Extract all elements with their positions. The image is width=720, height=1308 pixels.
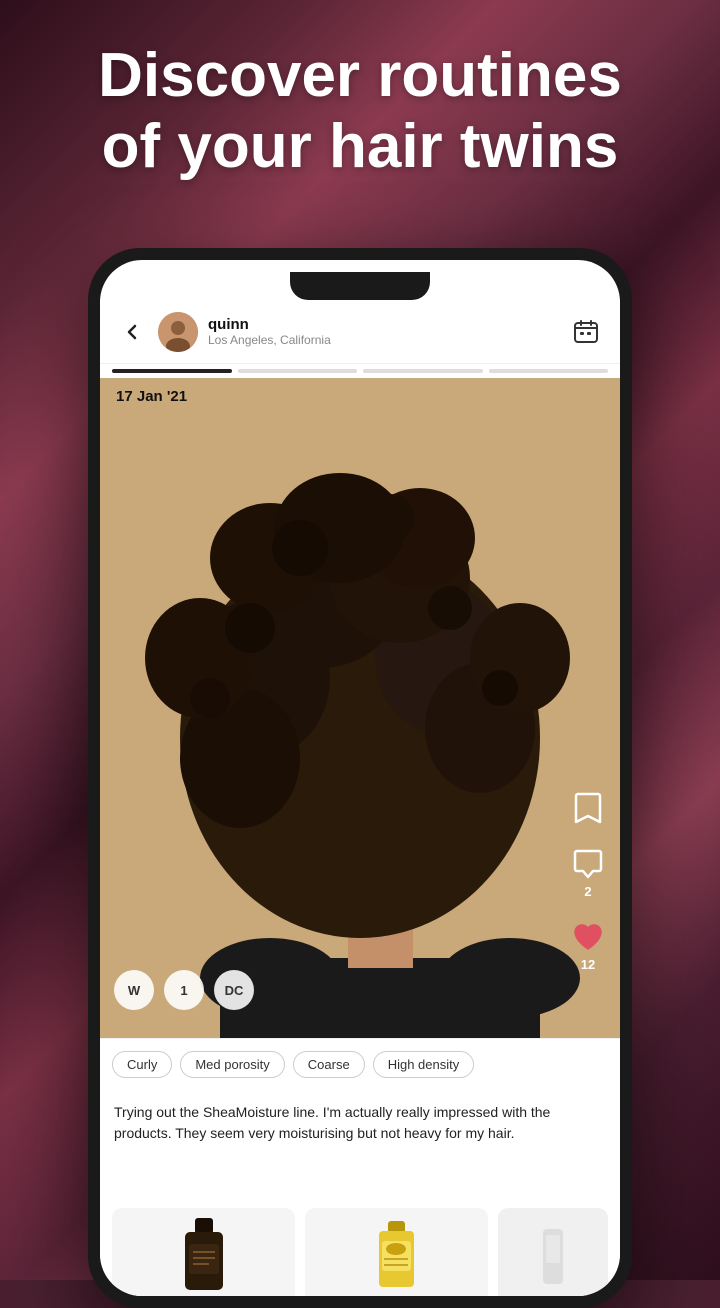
- bookmark-icon: [570, 790, 606, 826]
- user-location: Los Angeles, California: [208, 333, 568, 347]
- phone-notch: [290, 272, 430, 300]
- calendar-button[interactable]: [568, 314, 604, 350]
- back-button[interactable]: [116, 316, 148, 348]
- hair-tags-row: Curly Med porosity Coarse High density: [100, 1038, 620, 1088]
- side-actions: 2 12: [570, 790, 606, 916]
- description-text: Trying out the SheaMoisture line. I'm ac…: [114, 1102, 606, 1144]
- tag-med-porosity[interactable]: Med porosity: [180, 1051, 284, 1078]
- progress-bars: [100, 364, 620, 378]
- progress-bar-1: [112, 369, 232, 373]
- photo-content: [100, 378, 620, 1038]
- tag-coarse[interactable]: Coarse: [293, 1051, 365, 1078]
- badge-dc: DC: [214, 970, 254, 1010]
- badge-1: 1: [164, 970, 204, 1010]
- headline-section: Discover routines of your hair twins: [0, 40, 720, 183]
- heart-icon: [570, 919, 606, 955]
- headline-text: Discover routines of your hair twins: [40, 40, 680, 183]
- tag-high-density[interactable]: High density: [373, 1051, 475, 1078]
- description-area: Trying out the SheaMoisture line. I'm ac…: [100, 1102, 620, 1156]
- comment-icon: [570, 846, 606, 882]
- tag-curly[interactable]: Curly: [112, 1051, 172, 1078]
- comment-button[interactable]: 2: [570, 846, 606, 899]
- progress-bar-2: [238, 369, 358, 373]
- product-card-1[interactable]: [112, 1208, 295, 1296]
- product-card-3[interactable]: [498, 1208, 608, 1296]
- comment-count: 2: [584, 884, 591, 899]
- bookmark-button[interactable]: [570, 790, 606, 826]
- avatar: [158, 312, 198, 352]
- headline-line2: of your hair twins: [102, 112, 619, 181]
- app-header: quinn Los Angeles, California: [100, 300, 620, 364]
- headline-line1: Discover routines: [98, 41, 622, 110]
- progress-bar-3: [363, 369, 483, 373]
- badge-w: W: [114, 970, 154, 1010]
- product-card-2[interactable]: [305, 1208, 488, 1296]
- phone-screen: quinn Los Angeles, California: [100, 260, 620, 1296]
- date-label: 17 Jan '21: [112, 384, 191, 409]
- phone-frame: quinn Los Angeles, California: [88, 248, 632, 1308]
- heart-button[interactable]: 12: [570, 919, 606, 972]
- heart-count: 12: [581, 957, 595, 972]
- progress-bar-4: [489, 369, 609, 373]
- products-row: [100, 1198, 620, 1296]
- main-photo: 17 Jan '21: [100, 378, 620, 1038]
- user-info: quinn Los Angeles, California: [208, 316, 568, 347]
- username: quinn: [208, 316, 568, 333]
